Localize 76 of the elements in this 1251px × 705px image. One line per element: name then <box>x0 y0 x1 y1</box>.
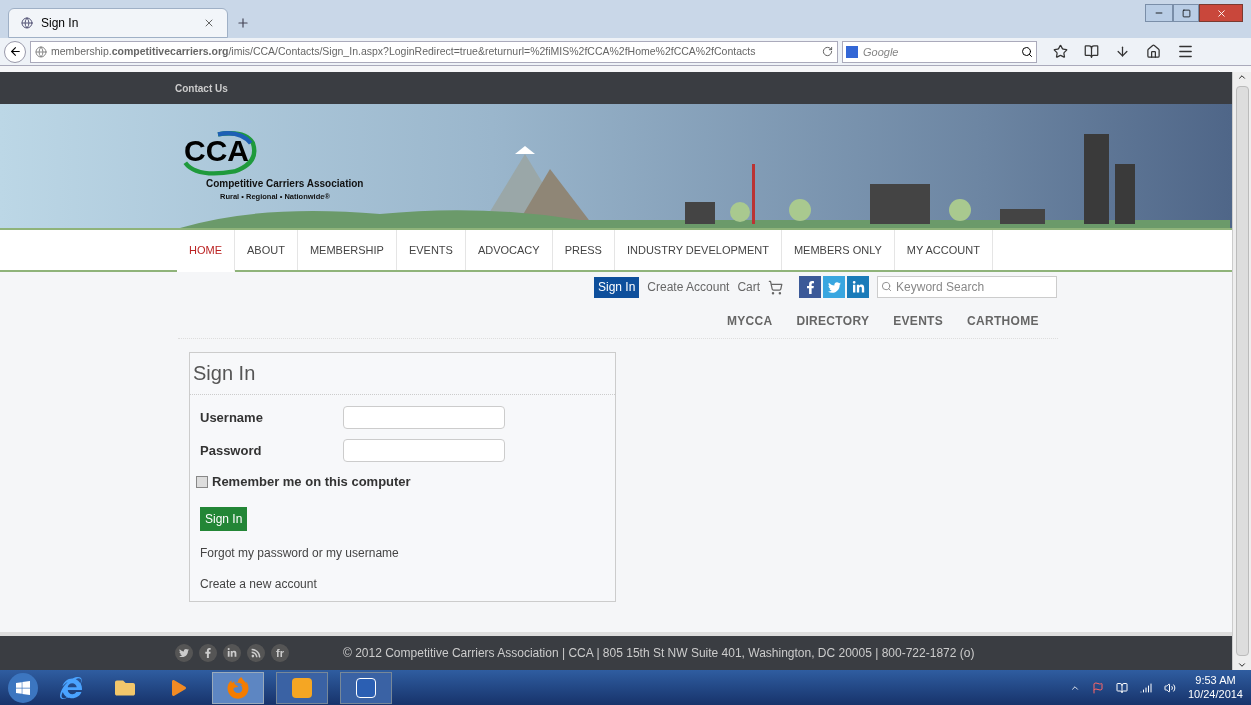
globe-icon <box>35 45 47 58</box>
sub-nav-link[interactable]: MYCCA <box>727 312 773 330</box>
logo-mark: CCA <box>184 136 249 166</box>
linkedin-icon[interactable] <box>223 644 241 662</box>
address-field[interactable]: membership.competitivecarriers.org/imis/CCA/Contacts/Sign_In.aspx?LoginRedirect=true&returnurl=%2fiMIS%2fCCA%2fHome%2fCCA%2fContacts <box>30 40 838 63</box>
form-link[interactable]: Forgot my password or my username <box>200 544 399 562</box>
bookmarks-icon[interactable] <box>1084 44 1099 59</box>
sub-nav-link[interactable]: DIRECTORY <box>796 312 870 330</box>
facebook-icon[interactable] <box>199 644 217 662</box>
search-field[interactable]: Google <box>842 40 1037 63</box>
contact-link[interactable]: Contact Us <box>175 80 228 96</box>
site-icon <box>21 17 33 29</box>
nav-tab[interactable]: EVENTS <box>396 230 466 270</box>
facebook-icon[interactable] <box>799 276 822 298</box>
nav-tab[interactable]: MEMBERSHIP <box>297 230 397 270</box>
download-icon[interactable] <box>1115 44 1130 59</box>
sub-nav-link[interactable]: EVENTS <box>893 312 944 330</box>
nav-tab[interactable]: PRESS <box>552 230 615 270</box>
password-field[interactable] <box>343 439 505 462</box>
scroll-down-icon[interactable] <box>1237 660 1247 670</box>
tab-title: Sign In <box>41 15 80 32</box>
start-button[interactable] <box>8 672 38 703</box>
scroll-thumb[interactable] <box>1235 86 1249 656</box>
scroll-up-icon[interactable] <box>1237 72 1247 82</box>
reload-icon[interactable] <box>822 46 833 57</box>
scrollbar[interactable] <box>1232 72 1251 670</box>
create-account-link[interactable]: Create Account <box>647 278 730 296</box>
sub-nav-link[interactable]: CARTHOME <box>967 312 1039 330</box>
browser-tab[interactable]: Sign In <box>8 8 228 38</box>
sign-in-link[interactable]: Sign In <box>594 276 640 298</box>
document-app-icon[interactable] <box>340 671 392 704</box>
back-arrow-icon <box>8 45 22 58</box>
url-text: membership.competitivecarriers.org/imis/CCA/Contacts/Sign_In.aspx?LoginRedirect=true&returnurl=%2fiMIS%2fCCA%2fHome%2fCCA%2fContacts <box>51 43 757 59</box>
linkedin-icon[interactable] <box>847 276 870 298</box>
volume-icon[interactable] <box>1163 681 1176 694</box>
search-icon <box>881 281 893 292</box>
remember-label: Remember me on this computer <box>212 473 411 492</box>
mail-app-icon[interactable] <box>276 671 328 704</box>
tray-app-icon[interactable] <box>1115 681 1128 694</box>
rss-icon[interactable] <box>247 644 265 662</box>
back-button[interactable] <box>4 40 26 63</box>
clock-time: 9:53 AM <box>1195 673 1236 688</box>
form-link[interactable]: Create a new account <box>200 575 317 593</box>
cart-link[interactable]: Cart <box>737 278 761 296</box>
new-tab-icon[interactable] <box>236 16 250 30</box>
firefox-icon[interactable] <box>212 671 264 704</box>
nav-tab[interactable]: ADVOCACY <box>465 230 553 270</box>
password-label: Password <box>200 441 263 460</box>
keyword-search-field[interactable]: Keyword Search <box>877 276 1058 298</box>
cart-icon[interactable] <box>768 279 784 295</box>
flag-icon[interactable] <box>1091 681 1104 694</box>
username-label: Username <box>200 408 264 427</box>
panel-title: Sign In <box>190 353 615 395</box>
footer-text: © 2012 Competitive Carriers Association | CCA | 805 15th St NW Suite 401, Washington, DC 20005 | 800-722-1872 (o) <box>343 645 975 662</box>
maximize-button[interactable] <box>1173 4 1199 22</box>
clock-date: 10/24/2014 <box>1187 687 1243 702</box>
star-icon[interactable] <box>1053 44 1068 59</box>
maximize-icon <box>1181 8 1191 18</box>
minimize-button[interactable] <box>1145 4 1173 22</box>
twitter-icon[interactable] <box>175 644 193 662</box>
username-field[interactable] <box>343 406 505 429</box>
menu-icon[interactable] <box>1177 43 1194 60</box>
nav-tab[interactable]: HOME <box>177 230 235 272</box>
nav-tab[interactable]: ABOUT <box>235 230 298 270</box>
home-icon[interactable] <box>1146 44 1161 59</box>
windows-logo-icon <box>15 679 31 696</box>
nav-tab[interactable]: INDUSTRY DEVELOPMENT <box>614 230 782 270</box>
nav-tab[interactable]: MY ACCOUNT <box>894 230 993 270</box>
remember-checkbox[interactable] <box>196 476 208 488</box>
social-link[interactable]: fr <box>271 644 289 662</box>
close-icon[interactable] <box>203 17 215 29</box>
logo-name: Competitive Carriers Association <box>206 177 364 191</box>
search-icon[interactable] <box>1021 45 1033 58</box>
nav-tab[interactable]: MEMBERS ONLY <box>781 230 895 270</box>
close-icon <box>1215 7 1227 19</box>
sign-in-button[interactable]: Sign In <box>200 507 248 531</box>
